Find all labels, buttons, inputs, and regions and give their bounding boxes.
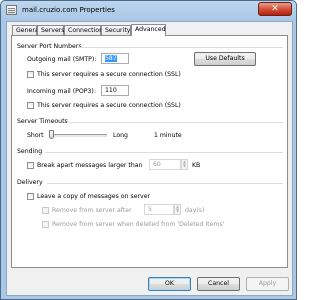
cancel-button[interactable]: Cancel [197,277,240,291]
leave-copy-label: Leave a copy of messages on server [37,193,151,200]
remove-deleted-label: Remove from server when deleted from 'De… [52,221,225,228]
section-divider [69,122,283,123]
outgoing-port-field[interactable]: 587 [101,53,129,64]
remove-deleted-checkbox[interactable] [42,221,49,228]
use-defaults-button[interactable]: Use Defaults [194,52,256,66]
remove-after-days-spinner[interactable]: ▲ ▼ [174,204,181,215]
timeout-slider-thumb[interactable] [49,130,54,139]
tab-general[interactable]: General [12,25,40,35]
tab-servers[interactable]: Servers [37,25,65,35]
timeout-short-label: Short [27,132,44,139]
section-divider [47,183,283,184]
outgoing-mail-label: Outgoing mail (SMTP): [27,56,97,63]
timeout-value-label: 1 minute [154,132,182,139]
incoming-mail-label: Incoming mail (POP3): [27,88,96,95]
dialog-client-area: General Servers Connection Security Adva… [6,21,293,296]
remove-after-unit: day(s) [185,207,205,214]
properties-dialog: mail.cruzio.com Properties ✕ General Ser… [0,0,297,300]
leave-copy-checkbox[interactable] [27,193,34,200]
tab-connection[interactable]: Connection [64,25,103,35]
break-apart-size-spinner[interactable]: ▲ ▼ [181,159,188,170]
section-divider [79,47,283,48]
tab-advanced[interactable]: Advanced [131,24,166,36]
window-title: mail.cruzio.com Properties [22,6,115,14]
properties-icon [6,5,17,15]
advanced-tab-page: Server Port Numbers Outgoing mail (SMTP)… [11,35,288,268]
break-apart-checkbox[interactable] [27,162,34,169]
remove-after-label: Remove from server after [52,207,132,214]
break-apart-size-field[interactable]: 60 [149,159,181,170]
delivery-heading: Delivery [17,179,43,186]
server-port-numbers-heading: Server Port Numbers [17,43,82,50]
incoming-ssl-checkbox[interactable] [27,102,34,109]
break-apart-label: Break apart messages larger than [37,162,143,169]
remove-after-days-field[interactable]: 5 [144,204,174,215]
remove-after-checkbox[interactable] [42,207,49,214]
server-timeouts-heading: Server Timeouts [17,118,68,125]
outgoing-ssl-label: This server requires a secure connection… [37,71,181,78]
timeout-long-label: Long [113,132,128,139]
ok-button[interactable]: OK [148,277,191,291]
spin-down-icon[interactable]: ▼ [175,209,180,213]
incoming-ssl-label: This server requires a secure connection… [37,102,181,109]
incoming-port-field[interactable]: 110 [101,85,129,96]
section-divider [45,152,283,153]
outgoing-ssl-checkbox[interactable] [27,71,34,78]
sending-heading: Sending [17,148,43,155]
spin-down-icon[interactable]: ▼ [182,164,187,168]
title-bar[interactable]: mail.cruzio.com Properties ✕ [1,1,296,21]
break-apart-unit: KB [192,162,201,169]
apply-button[interactable]: Apply [246,277,289,291]
tab-security[interactable]: Security [101,25,131,35]
close-button[interactable]: ✕ [258,2,292,16]
timeout-slider-track[interactable] [49,134,107,138]
